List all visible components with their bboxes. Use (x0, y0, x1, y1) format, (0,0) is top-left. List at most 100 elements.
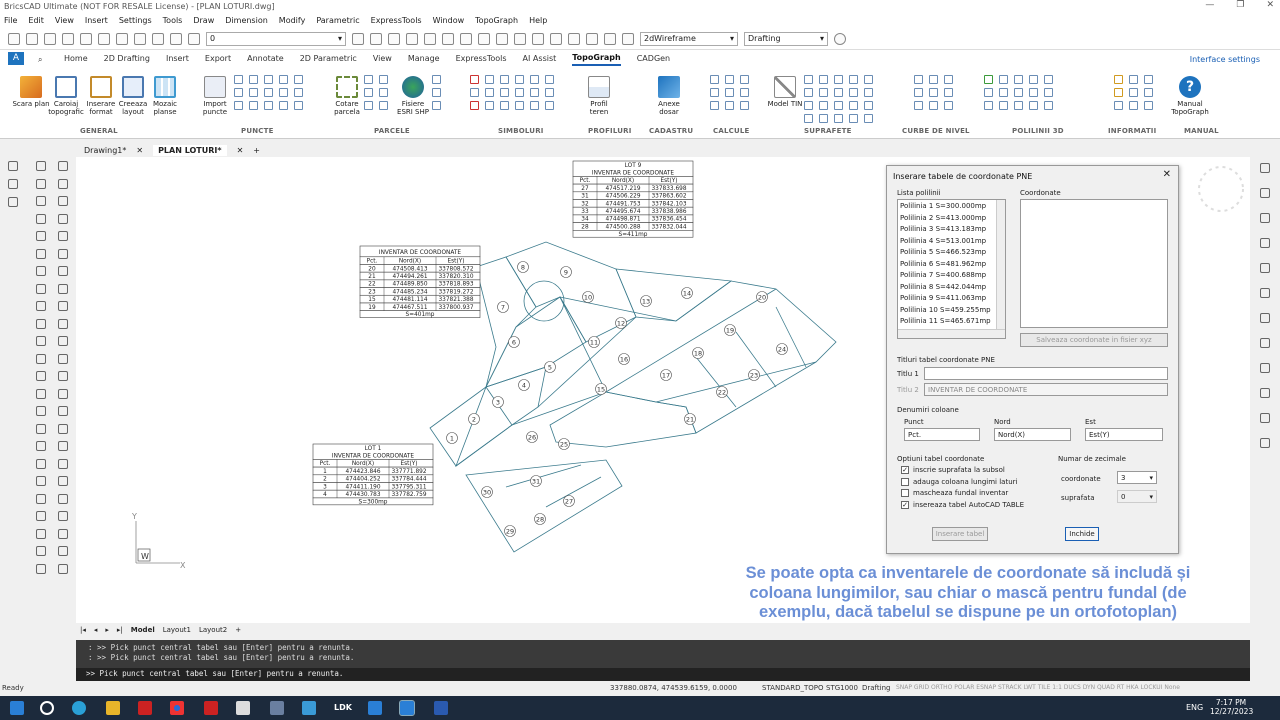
list-vscrollbar[interactable] (996, 200, 1005, 330)
draw-tool-icon[interactable] (58, 231, 68, 241)
nav-last-icon[interactable]: ▸| (117, 626, 123, 634)
library-icon[interactable] (568, 32, 580, 45)
close-window-button[interactable]: ✕ (1266, 0, 1274, 10)
menu-item[interactable]: TopoGraph (475, 16, 518, 25)
layout-tab-model[interactable]: Model (131, 626, 155, 634)
windows-start-icon[interactable] (10, 701, 24, 715)
draw-tool-icon[interactable] (36, 476, 46, 486)
save-icon[interactable] (44, 32, 56, 45)
draw-tool-icon[interactable] (36, 231, 46, 241)
match-prop-icon[interactable] (352, 32, 364, 45)
draw-tool-icon[interactable] (58, 196, 68, 206)
panel-tool-icon[interactable] (1260, 263, 1270, 273)
polyline-list-item[interactable]: Polilinia 6 S=481.962mp (898, 259, 1005, 271)
coord-table-middle[interactable]: INVENTAR DE COORDONATEPct. Nord(X) Est(Y) 2… (359, 245, 481, 318)
inserare-tabel-button[interactable]: Inserare tabel (932, 527, 988, 541)
layers-icon[interactable] (532, 32, 544, 45)
ribbon-tab[interactable]: Home (64, 52, 88, 65)
draw-tool-icon[interactable] (36, 458, 46, 469)
polyline-list-item[interactable]: Polilinia 9 S=411.063mp (898, 293, 1005, 305)
app-icon[interactable] (204, 701, 218, 715)
polyline-list-item[interactable]: Polilinia 4 S=513.001mp (898, 236, 1005, 248)
draw-tool-icon[interactable] (36, 371, 46, 381)
polyline-list-item[interactable]: Polilinia 7 S=400.688mp (898, 270, 1005, 282)
redo-icon[interactable] (152, 32, 164, 45)
draw-tool-icon[interactable] (36, 353, 46, 364)
draw-tool-icon[interactable] (58, 388, 68, 399)
draw-tool-icon[interactable] (36, 511, 46, 521)
tool3-icon[interactable] (424, 32, 436, 45)
ribbon-tab[interactable]: ExpressTools (456, 52, 507, 65)
explorer-icon[interactable] (550, 32, 562, 45)
command-line-input[interactable]: >> Pick punct central tabel sau [Enter] … (76, 668, 1250, 681)
ribbon-tab[interactable]: 2D Drafting (104, 52, 150, 65)
manual-button[interactable]: ? Manual TopoGraph (1168, 76, 1212, 116)
minimize-button[interactable]: — (1205, 0, 1214, 10)
notepad-icon[interactable] (236, 701, 250, 715)
draw-tool-icon[interactable] (58, 301, 68, 311)
polyline-list-item[interactable]: Polilinia 1 S=300.000mp (898, 201, 1005, 213)
taskbar-search-icon[interactable] (40, 701, 54, 715)
scale-status[interactable]: STG1000 (826, 684, 858, 692)
ribbon-tab[interactable]: Insert (166, 52, 189, 65)
panel-tool-icon[interactable] (1260, 188, 1270, 198)
panel-tool-icon[interactable] (1260, 438, 1270, 448)
polyline-list-item[interactable]: Polilinia 10 S=459.255mp (898, 305, 1005, 317)
draw-tool-icon[interactable] (36, 388, 46, 399)
menu-item[interactable]: Draw (193, 16, 214, 25)
ldk-app[interactable]: LDK (334, 703, 352, 712)
draw-tool-icon[interactable] (36, 248, 46, 259)
model-tin-button[interactable]: Model TIN (766, 76, 804, 108)
import-puncte-button[interactable]: Import puncte (196, 76, 234, 116)
menu-item[interactable]: Help (529, 16, 547, 25)
doc-tab-drawing1[interactable]: Drawing1* (84, 146, 126, 155)
draw-tool-icon[interactable] (58, 336, 68, 346)
draw-tool-icon[interactable] (36, 493, 46, 504)
anexe-dosar-button[interactable]: Anexe dosar (650, 76, 688, 116)
menu-item[interactable]: Insert (85, 16, 108, 25)
polyline-list-item[interactable]: Polilinia 8 S=442.044mp (898, 282, 1005, 294)
panel-tool-icon[interactable] (1260, 313, 1270, 323)
draw-tool-icon[interactable] (58, 213, 68, 224)
draw-tool-icon[interactable] (36, 301, 46, 311)
ribbon-tab[interactable]: 2D Parametric (300, 52, 357, 65)
titlu1-input[interactable] (924, 367, 1168, 380)
draw-tool-icon[interactable] (58, 266, 68, 276)
chrome-icon[interactable] (170, 701, 184, 715)
tool4-icon[interactable] (442, 32, 454, 45)
panel-tool-icon[interactable] (1260, 163, 1270, 173)
draw-tool-icon[interactable] (36, 161, 46, 171)
palette-tool-icon[interactable] (8, 197, 18, 207)
menu-item[interactable]: View (55, 16, 74, 25)
undo-icon[interactable] (134, 32, 146, 45)
tool2-icon[interactable] (406, 32, 418, 45)
supr-decimals-select[interactable]: 0 ▾ (1117, 490, 1157, 503)
polyline-list-item[interactable]: Polilinia 3 S=413.183mp (898, 224, 1005, 236)
polyline-list[interactable]: Polilinia 1 S=300.000mp Polilinia 2 S=413… (897, 199, 1006, 339)
panel-tool-icon[interactable] (1260, 238, 1270, 248)
layout-tab-add[interactable]: + (235, 626, 241, 634)
fisiere-esri-button[interactable]: Fisiere ESRI SHP (394, 76, 432, 116)
panel2-icon[interactable] (604, 32, 616, 45)
word-icon[interactable] (434, 701, 448, 715)
polyline-list-item[interactable]: Polilinia 11 S=465.671mp (898, 316, 1005, 328)
draw-tool-icon[interactable] (36, 546, 46, 556)
help-icon[interactable] (834, 32, 846, 45)
nord-input[interactable]: Nord(X) (994, 428, 1071, 441)
titlu2-input[interactable]: INVENTAR DE COORDONATE (924, 383, 1168, 396)
bricscad-active-icon[interactable] (399, 700, 415, 716)
menu-item[interactable]: Dimension (225, 16, 268, 25)
visual-style-combo[interactable]: 2dWireframe ▾ (640, 31, 738, 46)
menu-item[interactable]: Settings (119, 16, 152, 25)
restore-button[interactable]: ❐ (1236, 0, 1244, 10)
draw-tool-icon[interactable] (58, 248, 68, 259)
list-hscrollbar[interactable] (898, 329, 1005, 338)
option-checkbox[interactable] (901, 489, 909, 497)
draw-tool-icon[interactable] (58, 178, 68, 189)
tool6-icon[interactable] (478, 32, 490, 45)
calculator-icon[interactable] (270, 701, 284, 715)
draw-tool-icon[interactable] (58, 353, 68, 364)
layout-tab-layout2[interactable]: Layout2 (199, 626, 227, 634)
publish-icon[interactable] (116, 32, 128, 45)
draw-tool-icon[interactable] (36, 283, 46, 294)
